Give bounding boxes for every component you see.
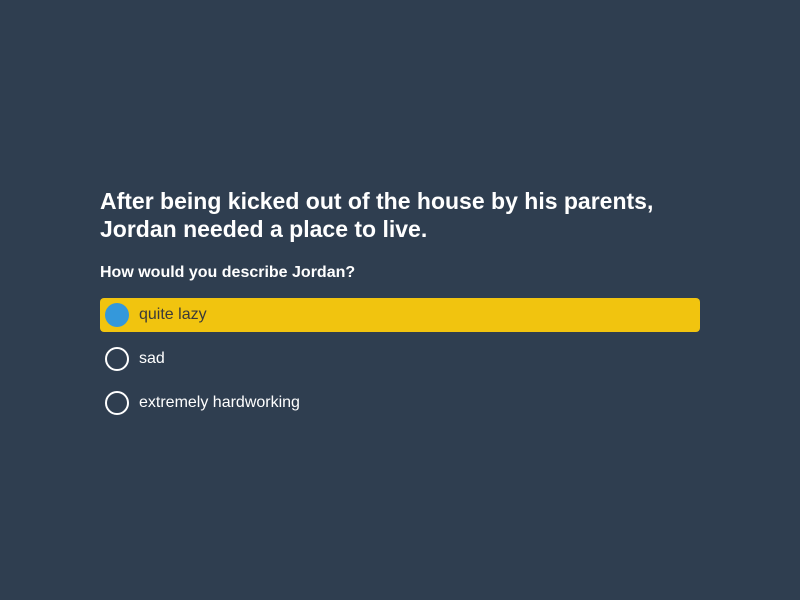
option-quite-lazy[interactable]: quite lazy	[100, 298, 700, 332]
option-label: quite lazy	[139, 306, 207, 323]
quiz-question: How would you describe Jordan?	[100, 264, 356, 281]
radio-unchecked-icon[interactable]	[105, 391, 129, 415]
answer-options: quite lazy sad extremely hardworking	[100, 298, 700, 420]
quiz-panel: After being kicked out of the house by h…	[100, 187, 700, 430]
option-sad[interactable]: sad	[100, 342, 700, 376]
option-label: sad	[139, 350, 165, 367]
option-label: extremely hardworking	[139, 394, 300, 411]
radio-unchecked-icon[interactable]	[105, 347, 129, 371]
option-extremely-hardworking[interactable]: extremely hardworking	[100, 386, 700, 420]
quiz-prompt: After being kicked out of the house by h…	[100, 188, 654, 242]
radio-checked-icon[interactable]	[105, 303, 129, 327]
quiz-screen: After being kicked out of the house by h…	[0, 0, 800, 600]
